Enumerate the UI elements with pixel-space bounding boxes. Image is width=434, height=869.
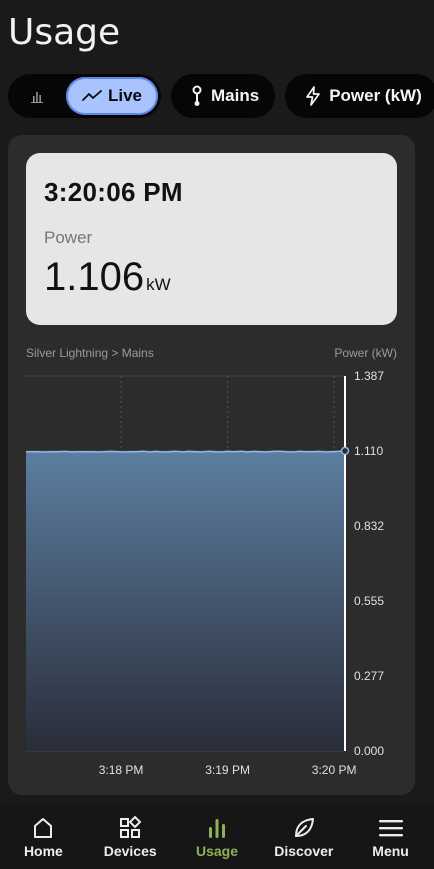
leaf-icon <box>291 815 317 841</box>
live-mode-button[interactable]: Live <box>66 77 158 115</box>
nav-discover-label: Discover <box>274 842 334 859</box>
y-tick-label: 0.277 <box>354 669 384 683</box>
menu-icon <box>378 815 404 841</box>
lightning-icon <box>306 86 321 106</box>
live-mode-label: Live <box>107 86 143 105</box>
nav-menu-label: Menu <box>372 842 409 859</box>
nav-usage[interactable]: Usage <box>174 804 261 869</box>
x-tick-label: 3:20 PM <box>312 763 357 777</box>
history-mode-button[interactable] <box>8 77 66 115</box>
devices-icon <box>117 815 143 841</box>
y-tick-label: 1.110 <box>354 444 383 458</box>
y-tick-label: 1.387 <box>354 369 384 383</box>
page-title: Usage <box>8 12 121 53</box>
series-area <box>26 450 345 751</box>
metric-selector-chip[interactable]: Power (kW) <box>285 74 434 118</box>
nav-discover[interactable]: Discover <box>260 804 347 869</box>
nav-devices[interactable]: Devices <box>87 804 174 869</box>
x-tick-label: 3:18 PM <box>99 763 144 777</box>
y-tick-label: 0.832 <box>354 519 384 533</box>
latest-point-marker <box>340 446 350 456</box>
filter-chip-row: Live Mains Power (kW) <box>8 74 434 118</box>
circuit-selector-label: Mains <box>211 86 260 105</box>
bottom-nav: Home Devices Usage Discover Menu <box>0 804 434 869</box>
nav-home-label: Home <box>23 842 63 859</box>
circuit-probe-icon <box>192 85 202 106</box>
nav-menu[interactable]: Menu <box>347 804 434 869</box>
y-tick-label: 0.000 <box>354 744 384 758</box>
live-usage-card: 3:20:06 PM Power 1.106 kW Silver Lightnin… <box>8 135 415 795</box>
bar-chart-icon <box>31 92 43 103</box>
circuit-selector-chip[interactable]: Mains <box>171 74 276 118</box>
nav-devices-label: Devices <box>103 842 157 859</box>
nav-usage-label: Usage <box>195 842 238 859</box>
y-tick-label: 0.555 <box>354 594 384 608</box>
live-power-chart[interactable]: 1.387 1.110 0.832 0.555 0.277 0.000 3:18 PM 3:1… <box>8 135 415 785</box>
usage-bars-icon <box>204 815 230 841</box>
metric-selector-label: Power (kW) <box>329 86 422 105</box>
view-mode-toggle: Live <box>8 74 161 118</box>
home-icon <box>30 815 56 841</box>
trend-line-icon <box>82 90 102 101</box>
nav-home[interactable]: Home <box>0 804 87 869</box>
x-tick-label: 3:19 PM <box>205 763 250 777</box>
